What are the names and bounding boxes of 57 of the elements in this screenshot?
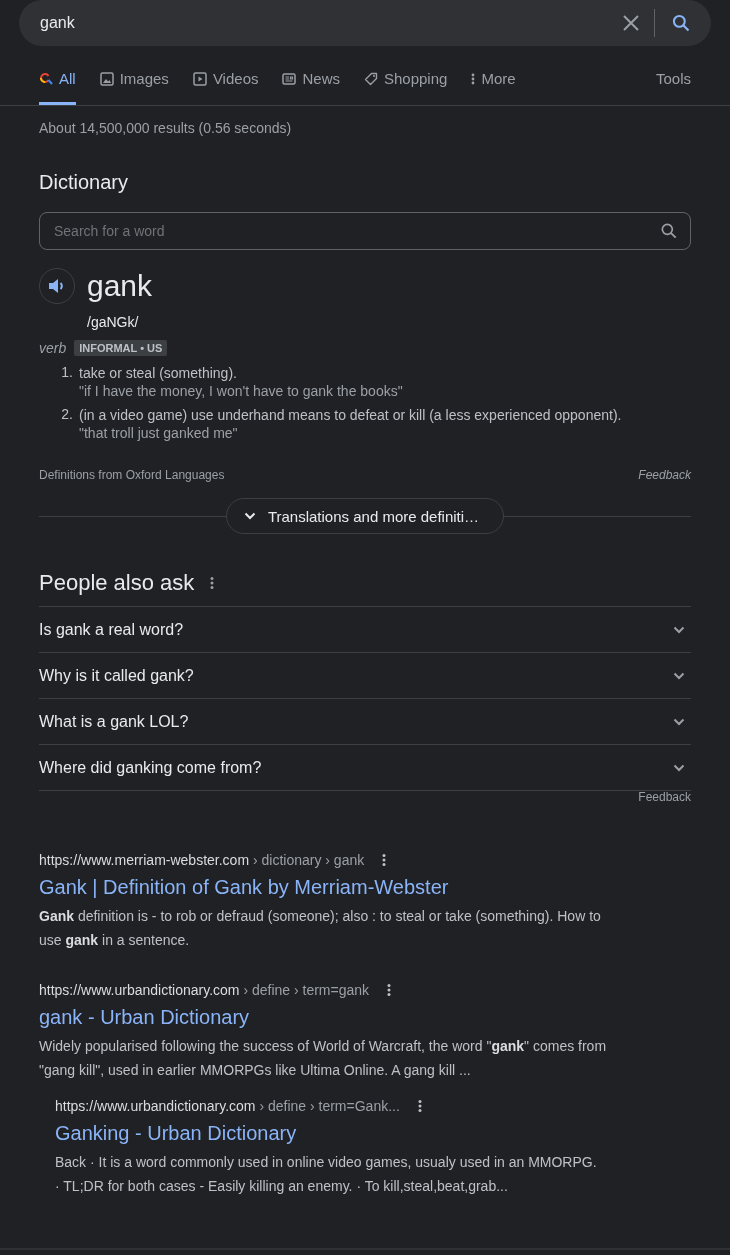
definition-text: (in a video game) use underhand means to defeat or kill (a less experienced opponent).: [79, 406, 622, 424]
question-row[interactable]: Is gank a real word?: [39, 606, 691, 652]
search-tab[interactable]: All: [39, 67, 76, 105]
result-url: https://www.urbandictionary.com › define › term=Gank...: [55, 1098, 400, 1114]
feedback-link[interactable]: Feedback: [638, 468, 691, 482]
more-definitions-button[interactable]: Translations and more definiti…: [225, 498, 505, 534]
headword: gank: [87, 269, 153, 303]
example-text: "if I have the money, I won't have to gank the books": [79, 382, 403, 400]
search-tab[interactable]: More: [471, 67, 516, 105]
question-text: Where did ganking come from?: [39, 758, 262, 777]
definition-number: 2.: [60, 406, 73, 424]
definition-text: take or steal (something).: [79, 364, 238, 382]
result-snippet: Back · It is a word commonly used in online video games, usualy used in an MMORPG. · TL;DR for both cases - Easily killing an enemy. · To kill,steal,beat,grab...: [55, 1153, 598, 1196]
search-tab[interactable]: Images: [99, 67, 169, 105]
result-snippet: Gank definition is - to rob or defraud (someone); also : to steal or take (something). How to use gank in a sentence.: [39, 907, 602, 950]
image-icon: [99, 71, 114, 86]
result-title-link[interactable]: gank - Urban Dictionary: [39, 1004, 250, 1030]
more-icon[interactable]: [387, 983, 392, 997]
tools-button[interactable]: Tools: [655, 67, 691, 105]
search-field[interactable]: gank: [19, 0, 711, 46]
question-row[interactable]: What is a gank LOL?: [39, 698, 691, 744]
source-text: Definitions from Oxford Languages: [39, 468, 225, 482]
part-of-speech: verb: [39, 340, 67, 356]
more-icon: [471, 71, 476, 86]
search-icon: [39, 71, 53, 86]
clear-icon[interactable]: [622, 14, 640, 32]
speaker-icon: [48, 278, 66, 294]
search-tab[interactable]: Shopping: [364, 67, 448, 105]
result-title-link[interactable]: Ganking - Urban Dictionary: [55, 1120, 297, 1146]
example-text: "that troll just ganked me": [79, 424, 239, 442]
tag-icon: [364, 71, 378, 86]
question-text: Is gank a real word?: [39, 620, 184, 639]
section-heading: People also ask: [39, 570, 195, 596]
word-search-field[interactable]: Search for a word: [39, 212, 691, 250]
question-text: What is a gank LOL?: [39, 712, 189, 731]
question-row[interactable]: Why is it called gank?: [39, 652, 691, 698]
search-icon[interactable]: [671, 13, 691, 33]
phonetic-text: /gaNGk/: [87, 314, 140, 330]
more-icon[interactable]: [382, 853, 387, 867]
newspaper-icon: [282, 71, 297, 86]
search-icon[interactable]: [659, 221, 679, 241]
result-url: https://www.merriam-webster.com › dictionary › gank: [39, 852, 365, 868]
search-tab[interactable]: News: [282, 67, 340, 105]
section-heading: Dictionary: [39, 171, 129, 194]
chevron-down-icon: [243, 512, 256, 520]
result-stats: About 14,500,000 results (0.56 seconds): [39, 120, 293, 136]
question-text: Why is it called gank?: [39, 666, 194, 685]
result-title-link[interactable]: Gank | Definition of Gank by Merriam-Webster: [39, 874, 449, 900]
definition-number: 1.: [60, 364, 73, 382]
usage-label: INFORMAL • US: [74, 340, 168, 356]
search-tab[interactable]: Videos: [192, 67, 259, 105]
more-icon[interactable]: [210, 576, 215, 590]
more-icon[interactable]: [417, 1099, 422, 1113]
result-url: https://www.urbandictionary.com › define › term=gank: [39, 982, 370, 998]
play-icon: [192, 71, 207, 86]
result-snippet: Widely popularised following the success of World of Warcraft, the word "gank" comes from "gang kill", used in earlier MMORPGs like Ultima Online. A gang kill ...: [39, 1037, 608, 1080]
feedback-link[interactable]: Feedback: [638, 790, 691, 804]
